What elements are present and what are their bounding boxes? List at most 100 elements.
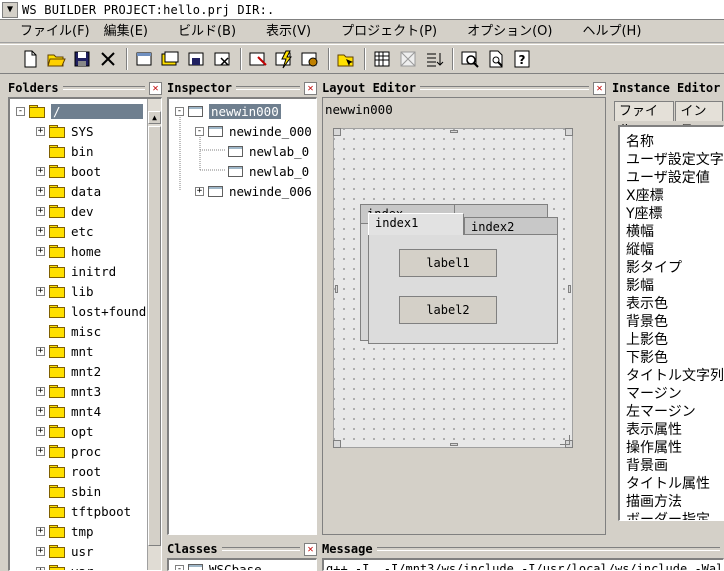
close-x-icon[interactable] bbox=[96, 47, 120, 71]
property-item[interactable]: X座標 bbox=[620, 187, 723, 205]
resize-handle[interactable] bbox=[450, 130, 458, 133]
expand-icon[interactable]: + bbox=[36, 186, 45, 196]
inspector-node[interactable]: newlab_0 bbox=[215, 161, 309, 181]
menu-item[interactable]: ファイル(F) bbox=[16, 22, 94, 42]
scroll-thumb[interactable] bbox=[148, 126, 161, 546]
folder-item[interactable]: + home bbox=[36, 241, 101, 261]
edit-window-icon[interactable] bbox=[246, 47, 270, 71]
size-grip-icon[interactable] bbox=[560, 435, 570, 445]
folder-item[interactable]: + opt bbox=[36, 421, 94, 441]
new-file-icon[interactable] bbox=[18, 47, 42, 71]
property-item[interactable]: 表示属性 bbox=[620, 421, 723, 439]
folders-scrollbar[interactable]: ▲ bbox=[147, 99, 161, 570]
build-lightning-icon[interactable] bbox=[272, 47, 296, 71]
folders-close-button[interactable]: ✕ bbox=[149, 81, 162, 95]
classes-close-button[interactable]: ✕ bbox=[304, 542, 317, 556]
property-item[interactable]: ユーザ設定値 bbox=[620, 169, 723, 187]
resize-handle[interactable] bbox=[333, 440, 341, 448]
property-item[interactable]: 操作属性 bbox=[620, 439, 723, 457]
folder-item[interactable]: + data bbox=[36, 181, 101, 201]
grid-icon[interactable] bbox=[370, 47, 394, 71]
expand-icon[interactable]: + bbox=[36, 286, 45, 296]
expand-icon[interactable]: + bbox=[195, 186, 204, 196]
folder-item[interactable]: root bbox=[36, 461, 101, 481]
property-item[interactable]: タイトル文字列 bbox=[620, 367, 723, 385]
collapse-icon[interactable]: - bbox=[16, 106, 25, 116]
property-item[interactable]: 背景色 bbox=[620, 313, 723, 331]
folder-item[interactable]: + boot bbox=[36, 161, 101, 181]
instance-tab[interactable]: インス bbox=[675, 101, 723, 138]
scroll-up-button[interactable]: ▲ bbox=[148, 111, 161, 124]
menu-item[interactable]: プロジェクト(P) bbox=[337, 22, 441, 42]
menu-item[interactable]: ビルド(B) bbox=[174, 22, 240, 42]
menu-item[interactable]: ヘルプ(H) bbox=[578, 22, 645, 42]
inspector-close-button[interactable]: ✕ bbox=[304, 81, 317, 95]
save-window-icon[interactable] bbox=[184, 47, 208, 71]
menu-item[interactable]: 編集(E) bbox=[100, 22, 152, 42]
folder-item[interactable]: bin bbox=[36, 141, 94, 161]
expand-icon[interactable]: + bbox=[36, 426, 45, 436]
expand-icon[interactable]: + bbox=[36, 206, 45, 216]
property-item[interactable]: タイトル属性 bbox=[620, 475, 723, 493]
layout-editor-close-button[interactable]: ✕ bbox=[593, 81, 606, 95]
save-disk-icon[interactable] bbox=[70, 47, 94, 71]
inspector-node[interactable]: - newwin000 bbox=[175, 101, 281, 121]
folder-item[interactable]: + SYS bbox=[36, 121, 94, 141]
run-gear-icon[interactable] bbox=[298, 47, 322, 71]
window-menu-chevron-icon[interactable]: ▼ bbox=[2, 1, 18, 18]
search-window-icon[interactable] bbox=[458, 47, 482, 71]
property-item[interactable]: 横幅 bbox=[620, 223, 723, 241]
folder-item[interactable]: mnt2 bbox=[36, 361, 101, 381]
folder-item[interactable]: sbin bbox=[36, 481, 101, 501]
expand-icon[interactable]: + bbox=[36, 446, 45, 456]
inspector-node[interactable]: newlab_0 bbox=[215, 141, 309, 161]
resize-handle[interactable] bbox=[450, 443, 458, 446]
class-item[interactable]: - WSCbase bbox=[175, 562, 262, 570]
open-folder-icon[interactable] bbox=[44, 47, 68, 71]
resize-handle[interactable] bbox=[565, 128, 573, 136]
tab-index1[interactable]: index1 bbox=[368, 213, 464, 235]
property-item[interactable]: 表示色 bbox=[620, 295, 723, 313]
folder-item[interactable]: + var bbox=[36, 561, 94, 570]
expand-icon[interactable]: + bbox=[36, 226, 45, 236]
tab-panel-index1[interactable]: label1 label2 bbox=[368, 234, 558, 344]
property-item[interactable]: 描画方法 bbox=[620, 493, 723, 511]
inspector-node[interactable]: - newinde_000 bbox=[195, 121, 312, 141]
instance-tab[interactable]: ファイル bbox=[614, 101, 675, 138]
expand-icon[interactable]: + bbox=[36, 546, 45, 556]
expand-icon[interactable]: + bbox=[36, 526, 45, 536]
folder-item[interactable]: + usr bbox=[36, 541, 94, 561]
folder-item[interactable]: misc bbox=[36, 321, 101, 341]
folder-item[interactable]: + mnt3 bbox=[36, 381, 101, 401]
folder-item[interactable]: + lib bbox=[36, 281, 94, 301]
list-arrow-icon[interactable] bbox=[422, 47, 446, 71]
expand-icon[interactable]: - bbox=[175, 565, 184, 570]
preview-page-icon[interactable] bbox=[484, 47, 508, 71]
select-cursor-icon[interactable] bbox=[334, 47, 358, 71]
inspector-node[interactable]: + newinde_006 bbox=[195, 181, 312, 201]
property-item[interactable]: 影幅 bbox=[620, 277, 723, 295]
property-item[interactable]: Y座標 bbox=[620, 205, 723, 223]
property-item[interactable]: 上影色 bbox=[620, 331, 723, 349]
help-question-icon[interactable]: ? bbox=[510, 47, 534, 71]
open-window-icon[interactable] bbox=[158, 47, 182, 71]
property-item[interactable]: ユーザ設定文字 bbox=[620, 151, 723, 169]
disabled-grid-icon[interactable] bbox=[396, 47, 420, 71]
new-window-icon[interactable] bbox=[132, 47, 156, 71]
expand-icon[interactable]: + bbox=[36, 126, 45, 136]
resize-handle[interactable] bbox=[568, 285, 571, 293]
label2-widget[interactable]: label2 bbox=[399, 296, 497, 324]
folder-item[interactable]: tftpboot bbox=[36, 501, 131, 521]
property-item[interactable]: 背景画 bbox=[620, 457, 723, 475]
property-item[interactable]: 縦幅 bbox=[620, 241, 723, 259]
folder-item[interactable]: lost+found bbox=[36, 301, 146, 321]
folder-item[interactable]: initrd bbox=[36, 261, 116, 281]
property-item[interactable]: ボーダー指定 bbox=[620, 511, 723, 520]
expand-icon[interactable]: + bbox=[36, 166, 45, 176]
folder-item[interactable]: + mnt4 bbox=[36, 401, 101, 421]
folder-root[interactable]: - / bbox=[16, 101, 143, 121]
label1-widget[interactable]: label1 bbox=[399, 249, 497, 277]
design-canvas[interactable]: index index1 index2 label1 label2 bbox=[333, 128, 573, 448]
resize-handle[interactable] bbox=[335, 285, 338, 293]
collapse-icon[interactable]: - bbox=[175, 106, 184, 116]
